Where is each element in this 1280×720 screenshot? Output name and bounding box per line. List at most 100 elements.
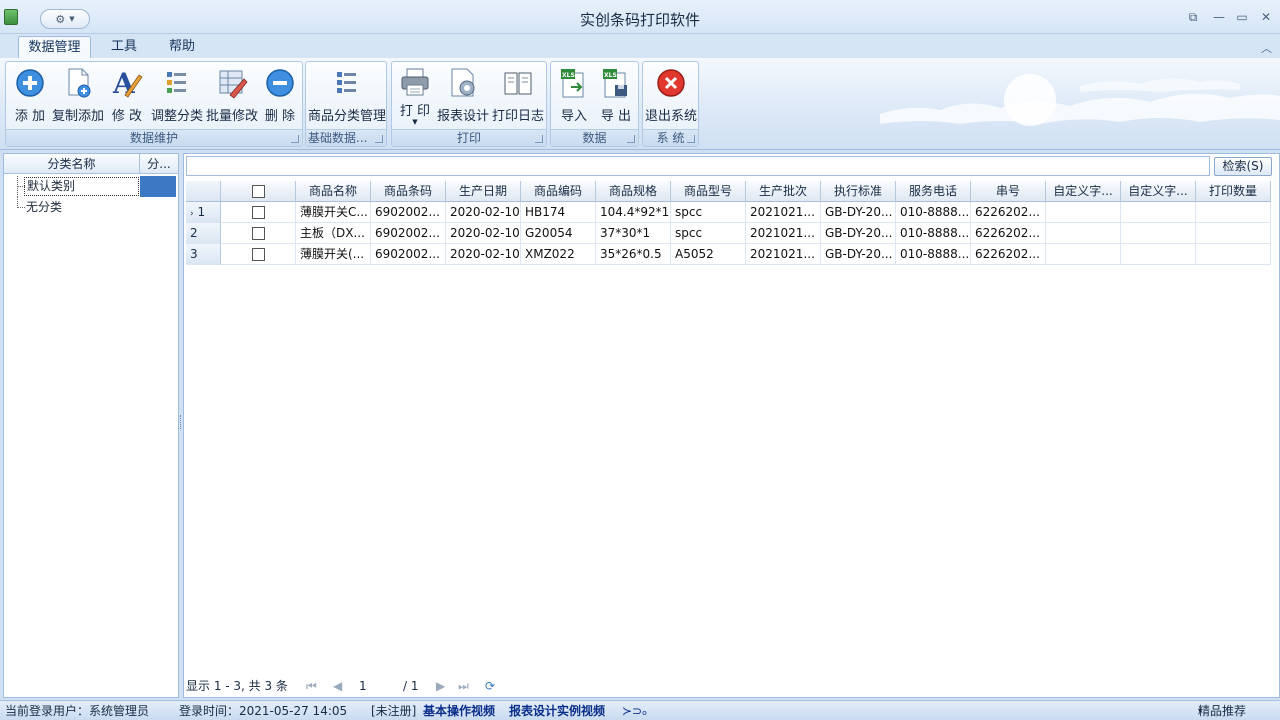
delete-button[interactable]: 删 除	[261, 65, 299, 125]
ribbon: 添 加 复制添加 A 修 改 调整分类 批量修改 删 除 数据维护 商品分类管理…	[0, 58, 1280, 150]
next-page-icon[interactable]: ▶	[436, 676, 445, 697]
row-number: 3	[190, 247, 198, 261]
page-number-input[interactable]: 1	[359, 676, 399, 697]
book-icon	[502, 67, 534, 99]
table-cell: 104.4*92*1	[596, 202, 671, 223]
refresh-icon[interactable]: ⟳	[485, 676, 495, 697]
table-cell: 010-8888...	[896, 202, 971, 223]
column-header[interactable]: 执行标准	[821, 181, 896, 202]
table-cell: 010-8888...	[896, 223, 971, 244]
maximize-button[interactable]: ▭	[1233, 9, 1251, 25]
column-header[interactable]: 生产批次	[746, 181, 821, 202]
column-header[interactable]: 商品编码	[521, 181, 596, 202]
column-header[interactable]: 商品规格	[596, 181, 671, 202]
printer-icon	[399, 67, 431, 97]
column-header[interactable]: 商品型号	[671, 181, 746, 202]
export-button[interactable]: XLS 导 出	[596, 65, 636, 125]
category-name-column-header[interactable]: 分类名称	[4, 154, 140, 174]
excel-export-icon: XLS	[600, 67, 632, 99]
ribbon-collapse-icon[interactable]: ︿	[1261, 40, 1272, 56]
tab-help[interactable]: 帮助	[158, 36, 206, 58]
column-header[interactable]: 打印数量	[1196, 181, 1271, 202]
column-header[interactable]: 自定义字...	[1046, 181, 1121, 202]
report-gear-icon	[447, 67, 479, 99]
column-header[interactable]: 串号	[971, 181, 1046, 202]
add-button[interactable]: 添 加	[10, 65, 50, 125]
table-cell: A5052	[671, 244, 746, 265]
copy-add-button[interactable]: 复制添加	[52, 65, 104, 125]
table-cell: 6902002...	[371, 223, 446, 244]
row-indicator: › 1	[186, 202, 221, 223]
column-header[interactable]: 生产日期	[446, 181, 521, 202]
column-header[interactable]: 商品名称	[296, 181, 371, 202]
minimize-icon: —	[1213, 10, 1225, 24]
prev-page-icon[interactable]: ◀	[333, 676, 342, 697]
login-time: 登录时间：2021-05-27 14:05	[179, 704, 348, 718]
help-window-button[interactable]: ⧉	[1184, 9, 1202, 25]
search-input[interactable]	[186, 156, 1210, 176]
select-all-checkbox[interactable]	[251, 185, 265, 198]
category-manage-label: 商品分类管理	[308, 109, 387, 124]
group-launcher-icon[interactable]	[291, 135, 299, 143]
first-page-icon[interactable]: ⏮	[306, 676, 317, 697]
row-indicator: 3	[186, 244, 221, 265]
column-header[interactable]: 自定义字...	[1121, 181, 1196, 202]
excel-import-icon: XLS	[558, 67, 590, 99]
group-launcher-icon[interactable]	[535, 135, 543, 143]
window-title: 实创条码打印软件	[579, 11, 700, 29]
table-cell: 6226202...	[971, 244, 1046, 265]
import-button[interactable]: XLS 导入	[554, 65, 594, 125]
tree-item-selected-cell	[140, 176, 176, 197]
table-cell: HB174	[521, 202, 596, 223]
svg-text:A: A	[112, 67, 136, 99]
tree-item-default-category[interactable]: 默认类别	[4, 176, 178, 197]
row-indicator-header	[186, 181, 221, 202]
edit-label: 修 改	[111, 109, 143, 124]
report-video-link[interactable]: 报表设计实例视频	[509, 701, 605, 720]
table-cell: 37*30*1	[596, 223, 671, 244]
table-cell	[1046, 223, 1121, 244]
print-log-button[interactable]: 打印日志	[492, 65, 544, 125]
table-cell	[1121, 244, 1196, 265]
edit-button[interactable]: A 修 改	[106, 65, 148, 125]
table-cell	[1046, 202, 1121, 223]
group-launcher-icon[interactable]	[627, 135, 635, 143]
group-launcher-icon[interactable]	[375, 135, 383, 143]
column-header[interactable]: 服务电话	[896, 181, 971, 202]
group-launcher-icon[interactable]	[687, 135, 695, 143]
print-log-label: 打印日志	[492, 109, 545, 124]
minimize-button[interactable]: —	[1210, 9, 1228, 25]
table-cell: 010-8888...	[896, 244, 971, 265]
tab-tools[interactable]: 工具	[100, 36, 148, 58]
group-label-data: 数据	[551, 129, 638, 146]
list-category-icon	[161, 67, 193, 99]
table-cell: 薄膜开关(...	[296, 244, 371, 265]
tab-data-management[interactable]: 数据管理	[18, 36, 91, 58]
tree-item-uncategorized[interactable]: 无分类	[4, 197, 178, 218]
adjust-category-label: 调整分类	[150, 109, 203, 124]
last-page-icon[interactable]: ⏭	[458, 676, 469, 697]
category-manage-button[interactable]: 商品分类管理	[308, 65, 387, 125]
row-checkbox[interactable]	[251, 248, 265, 261]
registration-status: [未注册]	[371, 704, 417, 718]
report-design-button[interactable]: 报表设计	[436, 65, 490, 125]
select-all-header	[221, 181, 296, 202]
category-extra-column-header[interactable]: 分...	[140, 154, 178, 174]
batch-edit-icon	[216, 67, 248, 99]
adjust-category-button[interactable]: 调整分类	[150, 65, 204, 125]
row-checkbox[interactable]	[251, 206, 265, 219]
basic-video-link[interactable]: 基本操作视频	[423, 701, 495, 720]
print-button[interactable]: 打 印 ▼	[396, 65, 434, 126]
batch-edit-button[interactable]: 批量修改	[205, 65, 259, 125]
row-checkbox[interactable]	[251, 227, 265, 240]
row-indicator: 2	[186, 223, 221, 244]
copy-add-label: 复制添加	[52, 109, 105, 124]
moon-clouds-decoration	[880, 74, 1280, 126]
column-header[interactable]: 商品条码	[371, 181, 446, 202]
report-design-label: 报表设计	[436, 109, 489, 124]
close-button[interactable]: ✕	[1257, 9, 1275, 25]
table-cell	[1196, 202, 1271, 223]
search-button[interactable]: 检索(S)	[1214, 157, 1272, 176]
exit-system-button[interactable]: 退出系统	[645, 65, 697, 125]
delete-label: 删 除	[264, 109, 296, 124]
